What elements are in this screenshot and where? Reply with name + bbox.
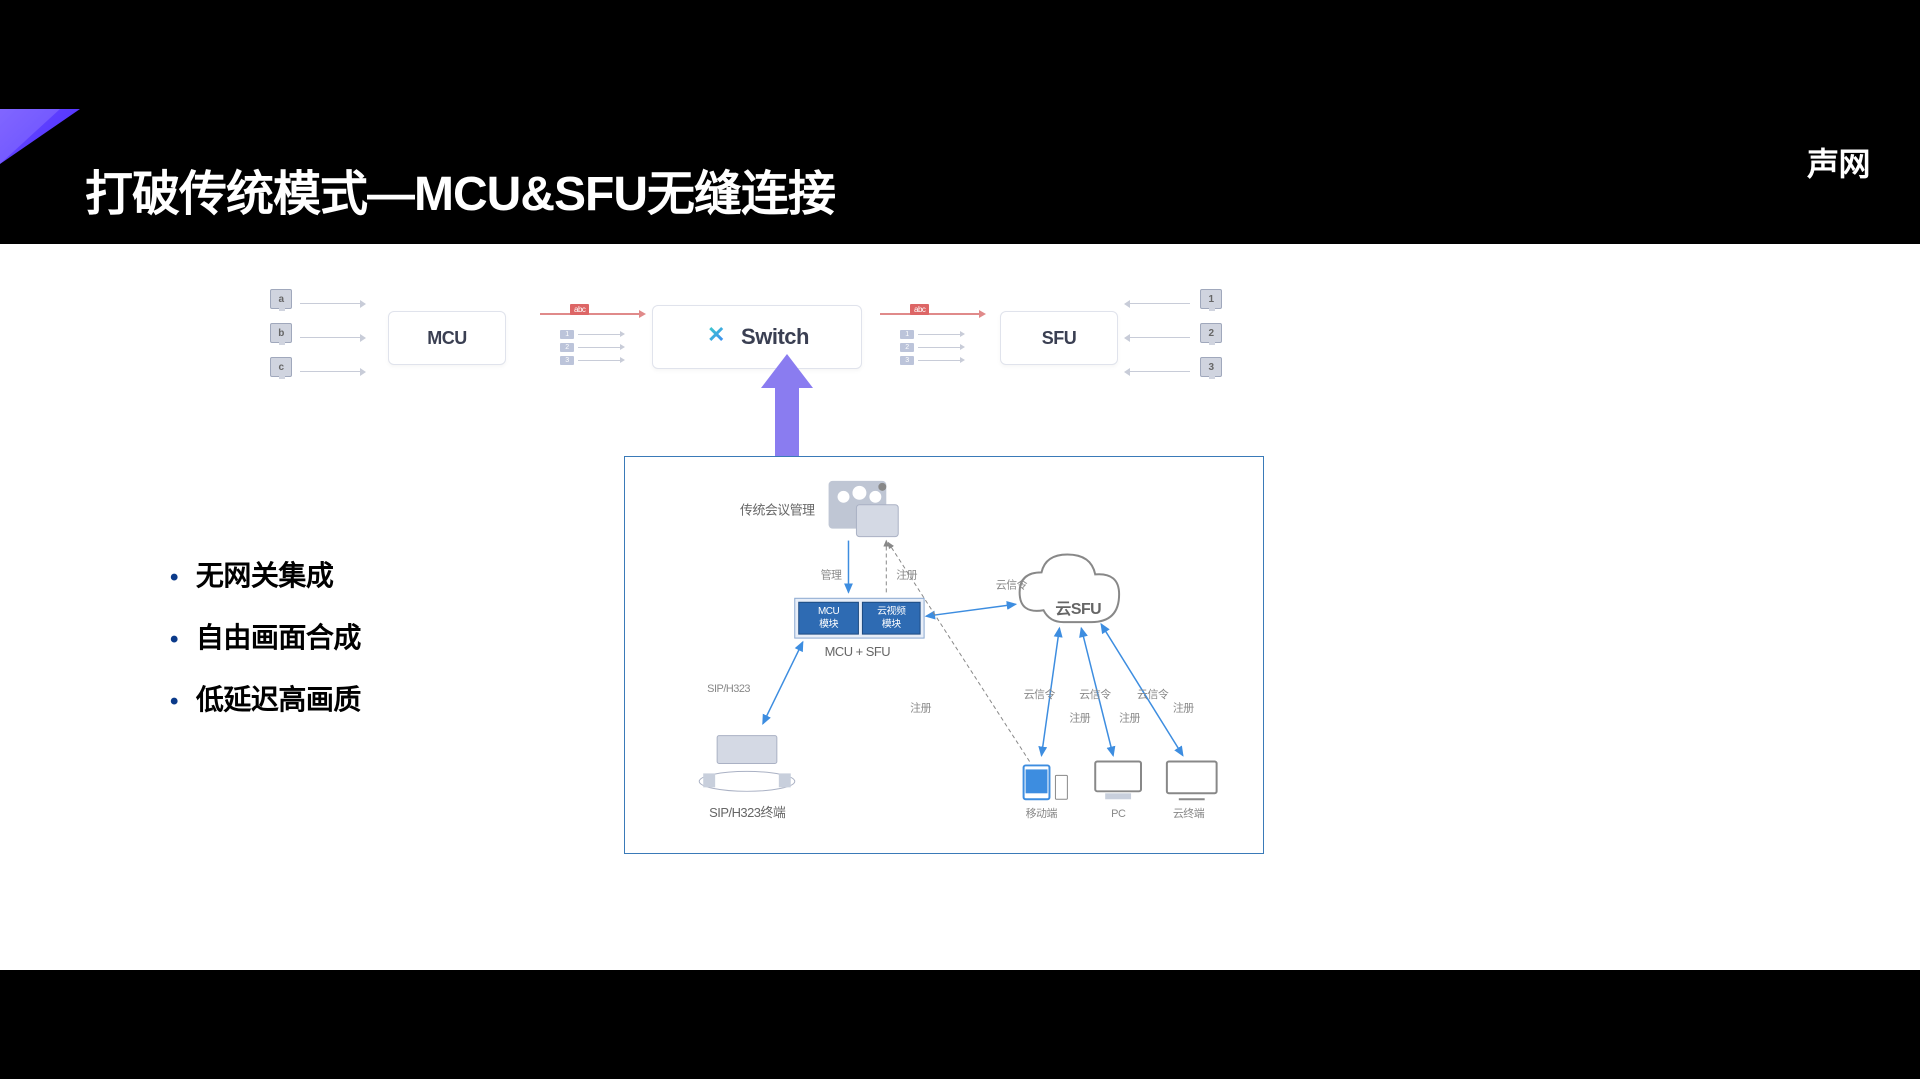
endpoint-1-icon: 1: [1200, 289, 1222, 309]
svg-text:移动端: 移动端: [1026, 807, 1058, 820]
switch-node: Switch: [652, 305, 862, 369]
bullet-item: 低延迟高画质: [170, 678, 361, 718]
flow-connector: [300, 337, 360, 338]
flow-diagram: a b c MCU abc 1 2 3 Switch abc 1 2: [0, 289, 1920, 409]
conf-mgmt-icon: [829, 481, 899, 537]
stream-row: 3: [560, 355, 620, 365]
svg-text:MCU: MCU: [818, 606, 839, 617]
content-area: a b c MCU abc 1 2 3 Switch abc 1 2: [0, 244, 1920, 970]
svg-text:注册: 注册: [1173, 701, 1194, 715]
flow-connector: [1130, 303, 1190, 304]
stream-row: 2: [900, 342, 960, 352]
endpoint-a-icon: a: [270, 289, 292, 309]
slide-title: 打破传统模式—MCU&SFU无缝连接: [85, 154, 835, 224]
combined-chip: abc: [910, 304, 929, 315]
svg-text:云信令: 云信令: [1024, 687, 1056, 701]
combined-stream-arrow: abc: [880, 313, 980, 315]
svg-text:模块: 模块: [882, 618, 901, 630]
connector: [763, 642, 803, 724]
svg-text:管理: 管理: [821, 567, 842, 581]
header-bar: 打破传统模式—MCU&SFU无缝连接 声网: [0, 109, 1920, 244]
flow-arrows-right: abc 1 2 3: [880, 307, 980, 367]
combined-stream-arrow: abc: [540, 313, 640, 315]
bullet-item: 自由画面合成: [170, 616, 361, 656]
svg-text:云终端: 云终端: [1173, 806, 1205, 820]
flow-connector: [300, 371, 360, 372]
mcu-label: MCU: [427, 328, 467, 349]
mcu-sfu-label: MCU + SFU: [825, 644, 891, 659]
sfu-node: SFU: [1000, 311, 1118, 365]
endpoint-c-icon: c: [270, 357, 292, 377]
svg-text:模块: 模块: [819, 618, 838, 630]
combined-chip: abc: [570, 304, 589, 315]
mcu-node: MCU: [388, 311, 506, 365]
svg-text:PC: PC: [1111, 808, 1126, 820]
svg-text:SIP/H323: SIP/H323: [707, 683, 750, 695]
letterbox-top: [0, 0, 1920, 109]
bullet-item: 无网关集成: [170, 554, 361, 594]
connector: [926, 604, 1016, 616]
svg-text:云信令: 云信令: [1079, 687, 1111, 701]
conf-mgmt-label: 传统会议管理: [740, 503, 815, 518]
cloud-sfu-icon: 云SFU: [1020, 555, 1119, 623]
detail-panel: 传统会议管理 MCU 模块 云视频 模块 MCU + SFU 管理 注册: [624, 456, 1264, 854]
endpoint-b-icon: b: [270, 323, 292, 343]
svg-text:云信令: 云信令: [996, 577, 1028, 591]
mcu-sfu-module: MCU 模块 云视频 模块: [795, 598, 924, 638]
flow-connector: [1130, 337, 1190, 338]
brand-logo: 声网: [1807, 139, 1870, 185]
svg-text:SIP/H323终端: SIP/H323终端: [709, 805, 786, 820]
sfu-label: SFU: [1042, 328, 1077, 349]
svg-text:注册: 注册: [1119, 711, 1140, 725]
switch-label: Switch: [741, 324, 809, 350]
bullet-list: 无网关集成 自由画面合成 低延迟高画质: [170, 554, 361, 740]
pc-icon: [1095, 761, 1141, 799]
endpoint-3-icon: 3: [1200, 357, 1222, 377]
svg-text:注册: 注册: [896, 567, 917, 581]
flow-connector: [1130, 371, 1190, 372]
stream-row: 1: [560, 329, 620, 339]
slide: 打破传统模式—MCU&SFU无缝连接 声网 a b c MCU abc 1 2 …: [0, 109, 1920, 970]
stream-row: 2: [560, 342, 620, 352]
svg-text:云SFU: 云SFU: [1055, 601, 1101, 618]
sip-terminal-icon: [699, 736, 795, 792]
letterbox-bottom: [0, 970, 1920, 1079]
switch-logo-icon: [705, 324, 731, 350]
cloud-terminal-icon: [1167, 761, 1217, 799]
corner-badge-overlay-icon: [0, 109, 60, 164]
svg-text:云信令: 云信令: [1137, 687, 1169, 701]
mobile-icon: [1024, 765, 1068, 799]
svg-text:注册: 注册: [910, 701, 931, 715]
right-endpoints: 1 2 3: [1200, 289, 1222, 391]
flow-connector: [300, 303, 360, 304]
svg-text:云视频: 云视频: [877, 604, 906, 617]
flow-arrows-left: abc 1 2 3: [540, 307, 640, 367]
svg-text:注册: 注册: [1069, 711, 1090, 725]
stream-row: 3: [900, 355, 960, 365]
endpoint-2-icon: 2: [1200, 323, 1222, 343]
stream-row: 1: [900, 329, 960, 339]
left-endpoints: a b c: [270, 289, 292, 391]
